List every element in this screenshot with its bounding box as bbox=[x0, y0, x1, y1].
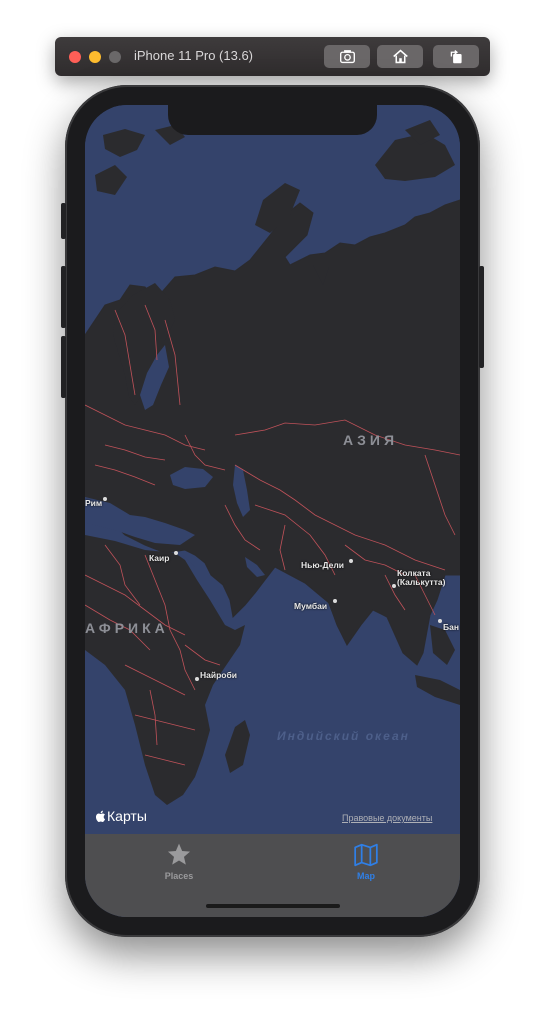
home-indicator[interactable] bbox=[206, 904, 340, 908]
star-icon bbox=[167, 843, 191, 865]
city-label-bangkok[interactable]: Бан bbox=[443, 622, 459, 632]
close-window-button[interactable] bbox=[69, 51, 81, 63]
tab-map-label: Map bbox=[357, 871, 375, 881]
city-label-rome[interactable]: Рим bbox=[85, 498, 102, 508]
mute-switch bbox=[61, 203, 66, 239]
home-icon bbox=[392, 49, 408, 64]
home-button[interactable] bbox=[377, 45, 423, 68]
city-dot-delhi bbox=[349, 559, 353, 563]
world-map[interactable] bbox=[85, 105, 460, 917]
city-dot-kolkata bbox=[392, 584, 396, 588]
tab-map[interactable]: Map bbox=[326, 842, 406, 881]
maps-brand: Карты bbox=[95, 808, 147, 824]
screenshot-button[interactable] bbox=[324, 45, 370, 68]
power-button bbox=[479, 266, 484, 368]
screenshot-icon bbox=[339, 50, 355, 64]
ocean-label-indian: Индийский океан bbox=[277, 729, 410, 743]
simulator-title: iPhone 11 Pro (13.6) bbox=[134, 48, 253, 63]
apple-logo-icon bbox=[95, 810, 105, 822]
legal-link[interactable]: Правовые документы bbox=[342, 813, 432, 823]
city-label-cairo[interactable]: Каир bbox=[149, 553, 169, 563]
map-icon bbox=[354, 843, 378, 867]
minimize-window-button[interactable] bbox=[89, 51, 101, 63]
maps-brand-label: Карты bbox=[107, 808, 147, 824]
city-dot-nairobi bbox=[195, 677, 199, 681]
city-label-kolkata-alt[interactable]: (Калькутта) bbox=[397, 577, 445, 587]
city-dot-mumbai bbox=[333, 599, 337, 603]
city-dot-bangkok bbox=[438, 619, 442, 623]
tab-places-label: Places bbox=[164, 871, 194, 881]
volume-up-button bbox=[61, 266, 66, 328]
city-dot-rome bbox=[103, 497, 107, 501]
city-label-nairobi[interactable]: Найроби bbox=[200, 670, 237, 680]
zoom-window-button[interactable] bbox=[109, 51, 121, 63]
region-label-africa: АФРИКА bbox=[85, 620, 169, 636]
tab-places[interactable]: Places bbox=[139, 842, 219, 881]
city-label-mumbai[interactable]: Мумбаи bbox=[294, 601, 327, 611]
volume-down-button bbox=[61, 336, 66, 398]
region-label-asia: АЗИЯ bbox=[343, 432, 399, 448]
city-dot-cairo bbox=[174, 551, 178, 555]
rotate-button[interactable] bbox=[433, 45, 479, 68]
phone-notch bbox=[168, 105, 377, 135]
rotate-icon bbox=[450, 50, 462, 64]
map-view[interactable]: АЗИЯ АФРИКА Индийский океан Рим Каир Нью… bbox=[85, 105, 460, 917]
simulator-title-bar: iPhone 11 Pro (13.6) bbox=[55, 37, 490, 76]
city-label-delhi[interactable]: Нью-Дели bbox=[301, 560, 344, 570]
